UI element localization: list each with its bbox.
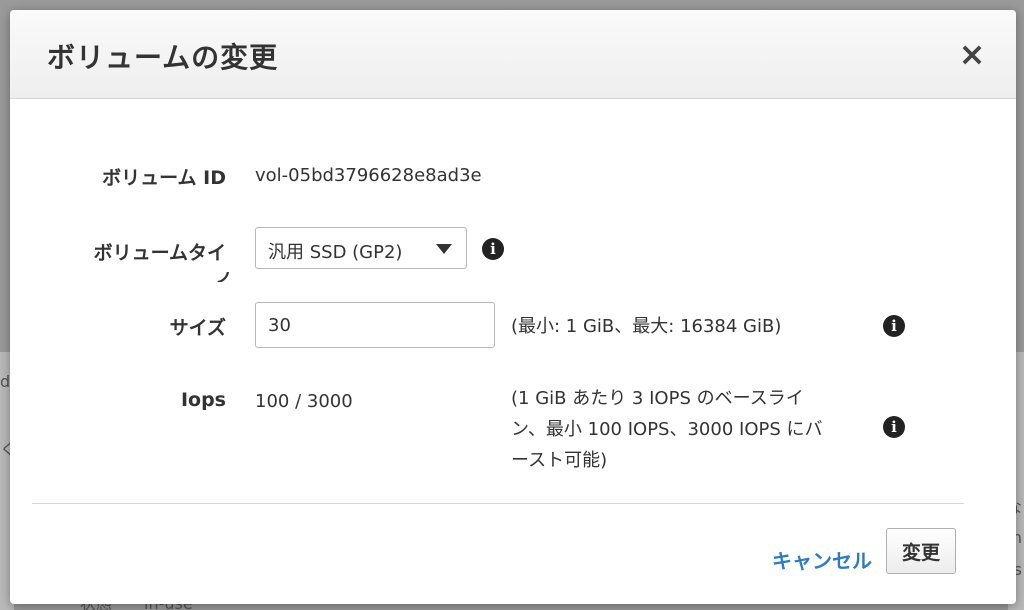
volume-type-select[interactable]: 汎用 SSD (GP2) bbox=[255, 227, 467, 269]
chevron-down-icon bbox=[436, 244, 452, 254]
size-label: サイズ bbox=[169, 317, 226, 339]
iops-hint: (1 GiB あたり 3 IOPS のベースライ ン、最小 100 IOPS、3… bbox=[511, 383, 861, 476]
close-icon[interactable]: × bbox=[958, 38, 986, 70]
modify-volume-dialog: ボリュームの変更 × ボリューム ID vol-05bd3796628e8ad3… bbox=[10, 10, 1016, 604]
iops-hint-line: (1 GiB あたり 3 IOPS のベースライ bbox=[511, 388, 804, 409]
dialog-header: ボリュームの変更 × bbox=[10, 10, 1016, 99]
modify-button[interactable]: 変更 bbox=[886, 528, 956, 574]
volume-type-label-overflow: プ bbox=[214, 272, 232, 282]
info-icon[interactable]: i bbox=[883, 315, 905, 337]
volume-type-selected: 汎用 SSD (GP2) bbox=[268, 242, 403, 263]
footer-divider bbox=[32, 503, 964, 504]
volume-id-value: vol-05bd3796628e8ad3e bbox=[255, 165, 482, 186]
size-hint: (最小: 1 GiB、最大: 16384 GiB) bbox=[511, 316, 782, 337]
cancel-button[interactable]: キャンセル bbox=[772, 545, 872, 574]
volume-type-label: ボリュームタイ bbox=[93, 242, 226, 264]
info-icon[interactable]: i bbox=[883, 416, 905, 438]
dialog-title: ボリュームの変更 bbox=[47, 41, 279, 74]
background-text: d bbox=[0, 372, 11, 391]
iops-hint-line: ン、最小 100 IOPS、3000 IOPS にバ bbox=[511, 419, 823, 440]
size-input[interactable] bbox=[255, 302, 495, 348]
info-icon[interactable]: i bbox=[482, 238, 504, 260]
iops-hint-line: ースト可能) bbox=[511, 450, 608, 471]
volume-id-label: ボリューム ID bbox=[102, 167, 226, 189]
iops-value: 100 / 3000 bbox=[255, 391, 353, 412]
iops-label: Iops bbox=[180, 389, 226, 411]
